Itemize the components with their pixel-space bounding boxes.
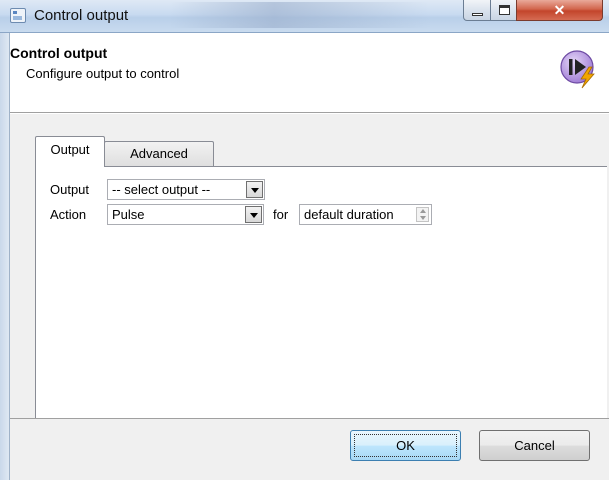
header-subtitle: Configure output to control [26, 66, 180, 81]
title-bar[interactable]: Control output ✕ [0, 0, 609, 33]
tab-output[interactable]: Output [35, 136, 105, 167]
duration-value: default duration [304, 207, 394, 222]
window-dialog-icon[interactable] [10, 8, 26, 23]
tab-advanced[interactable]: Advanced [104, 141, 214, 167]
close-icon: ✕ [553, 2, 566, 18]
dialog-body: Output Advanced Output -- select output … [10, 114, 609, 418]
window-title: Control output [34, 7, 129, 24]
for-label: for [273, 207, 289, 222]
action-select[interactable]: Pulse [107, 204, 264, 225]
chevron-down-icon[interactable] [245, 206, 262, 223]
cancel-button[interactable]: Cancel [479, 430, 590, 461]
maximize-button[interactable] [490, 0, 517, 21]
dialog-header: Control output Configure output to contr… [10, 33, 609, 111]
window-controls: ✕ [463, 0, 603, 22]
output-select-value: -- select output -- [112, 182, 211, 197]
cancel-button-label: Cancel [514, 438, 555, 453]
spin-buttons[interactable] [416, 207, 429, 222]
maximize-icon [499, 5, 510, 15]
header-title: Control output [10, 45, 108, 61]
output-select[interactable]: -- select output -- [107, 179, 265, 200]
action-select-value: Pulse [112, 207, 145, 222]
play-lightning-icon [560, 50, 595, 89]
action-label: Action [50, 207, 87, 222]
tab-panel-output: Output -- select output -- Action Pulse … [35, 166, 607, 418]
chevron-down-icon[interactable] [246, 181, 263, 198]
window-left-border [0, 33, 10, 480]
minimize-icon [472, 13, 483, 16]
title-bar-background [170, 2, 430, 28]
ok-button[interactable]: OK [350, 430, 461, 461]
output-label: Output [50, 182, 90, 197]
close-button[interactable]: ✕ [516, 0, 603, 21]
dialog-footer: OK Cancel [10, 418, 609, 480]
duration-spinbox[interactable]: default duration [299, 204, 432, 225]
focus-rect [354, 434, 457, 457]
spin-up-icon[interactable] [420, 209, 426, 213]
minimize-button[interactable] [463, 0, 491, 21]
spin-down-icon[interactable] [420, 216, 426, 220]
